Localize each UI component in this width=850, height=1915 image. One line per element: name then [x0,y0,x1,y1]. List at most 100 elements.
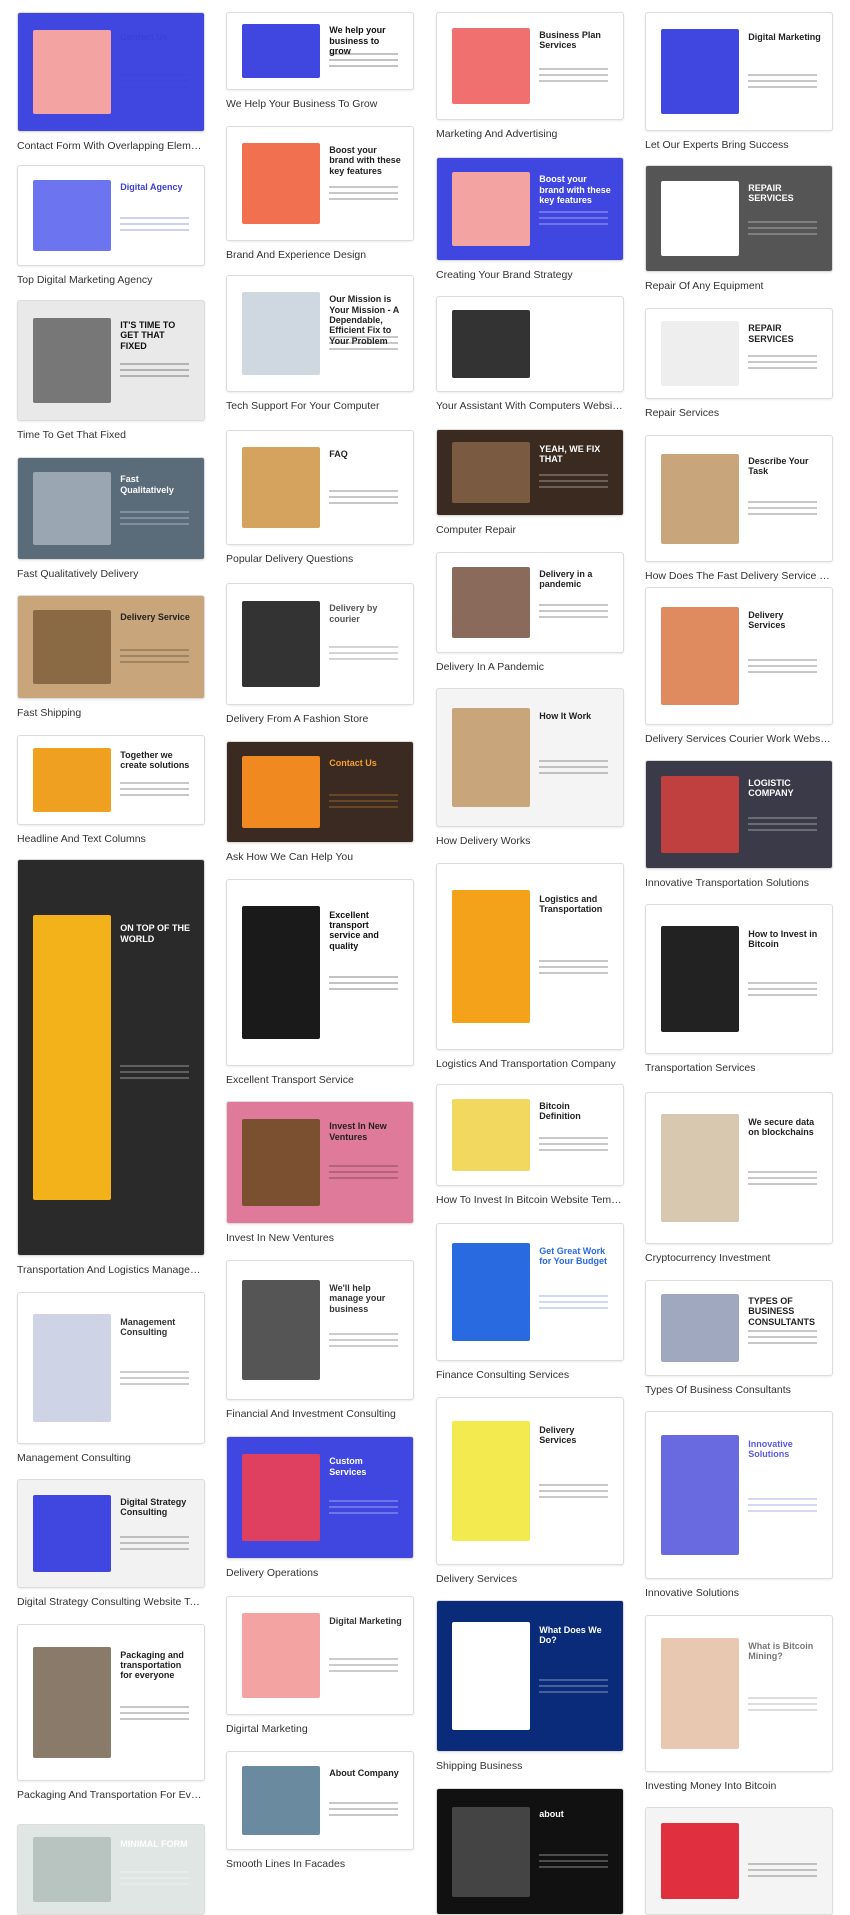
template-thumbnail[interactable]: Delivery Services [436,1397,624,1565]
template-card[interactable] [645,1807,833,1915]
template-thumbnail[interactable]: Fast Qualitatively [17,457,205,560]
template-thumbnail[interactable]: Boost your brand with these key features [436,157,624,261]
template-title[interactable]: Delivery From A Fashion Store [226,713,414,725]
template-thumbnail[interactable]: IT'S TIME TO GET THAT FIXED [17,300,205,421]
template-card[interactable]: Digital Agency Top Digital Marketing Age… [17,165,205,286]
template-title[interactable]: Headline And Text Columns [17,833,205,845]
template-card[interactable]: What is Bitcoin Mining? Investing Money … [645,1615,833,1792]
template-title[interactable]: Transportation Services [645,1062,833,1074]
template-thumbnail[interactable]: Repair Services [436,296,624,392]
template-card[interactable]: YEAH, WE FIX THAT Computer Repair [436,429,624,536]
template-title[interactable]: Ask How We Can Help You [226,851,414,863]
template-title[interactable]: Marketing And Advertising [436,128,624,140]
template-title[interactable]: Management Consulting [17,1452,205,1464]
template-card[interactable]: Boost your brand with these key features… [226,126,414,261]
template-card[interactable]: How to Invest in Bitcoin Transportation … [645,904,833,1074]
template-thumbnail[interactable]: Delivery Services [645,587,833,725]
template-thumbnail[interactable]: Invest In New Ventures [226,1101,414,1224]
template-thumbnail[interactable]: Delivery in a pandemic [436,552,624,653]
template-title[interactable]: Investing Money Into Bitcoin [645,1780,833,1792]
template-title[interactable]: Repair Services [645,407,833,419]
template-card[interactable]: We help your business to grow We Help Yo… [226,12,414,110]
template-card[interactable]: Digital Marketing Digirtal Marketing [226,1596,414,1735]
template-thumbnail[interactable]: What is Bitcoin Mining? [645,1615,833,1772]
template-card[interactable]: Logistics and Transportation Logistics A… [436,863,624,1070]
template-title[interactable]: Packaging And Transportation For Everyo.… [17,1789,205,1801]
template-card[interactable]: TYPES OF BUSINESS CONSULTANTS Types Of B… [645,1280,833,1396]
template-title[interactable]: Cryptocurrency Investment [645,1252,833,1264]
template-thumbnail[interactable]: Boost your brand with these key features [226,126,414,241]
template-thumbnail[interactable]: Together we create solutions [17,735,205,825]
template-thumbnail[interactable]: How It Work [436,688,624,827]
template-thumbnail[interactable]: Innovative Solutions [645,1411,833,1579]
template-thumbnail[interactable]: Bitcoin Definition [436,1084,624,1186]
template-thumbnail[interactable]: We'll help manage your business [226,1260,414,1400]
template-title[interactable]: Digirtal Marketing [226,1723,414,1735]
template-title[interactable]: Creating Your Brand Strategy [436,269,624,281]
template-thumbnail[interactable]: How to Invest in Bitcoin [645,904,833,1054]
template-title[interactable]: Computer Repair [436,524,624,536]
template-thumbnail[interactable]: TYPES OF BUSINESS CONSULTANTS [645,1280,833,1376]
template-title[interactable]: Smooth Lines In Facades [226,1858,414,1870]
template-thumbnail[interactable]: Describe Your Task [645,435,833,562]
template-card[interactable]: Custom Services Delivery Operations [226,1436,414,1579]
template-thumbnail[interactable]: Business Plan Services [436,12,624,120]
template-title[interactable]: Fast Shipping [17,707,205,719]
template-title[interactable]: Your Assistant With Computers Website T.… [436,400,624,412]
template-thumbnail[interactable]: Logistics and Transportation [436,863,624,1050]
template-card[interactable]: Delivery Services Delivery Services Cour… [645,587,833,745]
template-thumbnail[interactable]: We secure data on blockchains [645,1092,833,1244]
template-thumbnail[interactable]: Digital Strategy Consulting [17,1479,205,1588]
template-title[interactable]: Time To Get That Fixed [17,429,205,441]
template-title[interactable]: Innovative Transportation Solutions [645,877,833,889]
template-title[interactable]: Fast Qualitatively Delivery [17,568,205,580]
template-thumbnail[interactable]: Get Great Work for Your Budget [436,1223,624,1361]
template-title[interactable]: Innovative Solutions [645,1587,833,1599]
template-thumbnail[interactable]: MINIMAL FORM [17,1824,205,1915]
template-title[interactable]: Excellent Transport Service [226,1074,414,1086]
template-thumbnail[interactable]: REPAIR SERVICES [645,165,833,272]
template-card[interactable]: FAQ Popular Delivery Questions [226,430,414,565]
template-card[interactable]: Digital Marketing Let Our Experts Bring … [645,12,833,151]
template-title[interactable]: Logistics And Transportation Company [436,1058,624,1070]
template-title[interactable]: Repair Of Any Equipment [645,280,833,292]
template-title[interactable]: Contact Form With Overlapping Element [17,140,205,152]
template-thumbnail[interactable]: REPAIR SERVICES [645,308,833,399]
template-card[interactable]: Boost your brand with these key features… [436,157,624,281]
template-card[interactable]: about [436,1788,624,1915]
template-thumbnail[interactable]: Excellent transport service and quality [226,879,414,1066]
template-thumbnail[interactable]: YEAH, WE FIX THAT [436,429,624,516]
template-thumbnail[interactable]: Management Consulting [17,1292,205,1444]
template-thumbnail[interactable]: Contact Us [17,12,205,132]
template-card[interactable]: Digital Strategy Consulting Digital Stra… [17,1479,205,1608]
template-card[interactable]: Packaging and transportation for everyon… [17,1624,205,1801]
template-card[interactable]: Delivery by courier Delivery From A Fash… [226,583,414,725]
template-thumbnail[interactable]: Packaging and transportation for everyon… [17,1624,205,1781]
template-card[interactable]: Excellent transport service and quality … [226,879,414,1086]
template-title[interactable]: We Help Your Business To Grow [226,98,414,110]
template-title[interactable]: Financial And Investment Consulting [226,1408,414,1420]
template-thumbnail[interactable]: Custom Services [226,1436,414,1559]
template-title[interactable]: Digital Strategy Consulting Website Temp… [17,1596,205,1608]
template-card[interactable]: What Does We Do? Shipping Business [436,1600,624,1772]
template-card[interactable]: Fast Qualitatively Fast Qualitatively De… [17,457,205,580]
template-card[interactable]: We'll help manage your business Financia… [226,1260,414,1420]
template-card[interactable]: About Company Smooth Lines In Facades [226,1751,414,1870]
template-title[interactable]: Delivery Operations [226,1567,414,1579]
template-card[interactable]: Management Consulting Management Consult… [17,1292,205,1464]
template-thumbnail[interactable]: FAQ [226,430,414,545]
template-card[interactable]: IT'S TIME TO GET THAT FIXED Time To Get … [17,300,205,441]
template-card[interactable]: Contact Us Contact Form With Overlapping… [17,12,205,152]
template-thumbnail[interactable]: LOGISTIC COMPANY [645,760,833,869]
template-card[interactable]: Delivery Services Delivery Services [436,1397,624,1585]
template-title[interactable]: Top Digital Marketing Agency [17,274,205,286]
template-thumbnail[interactable]: ON TOP OF THE WORLD [17,859,205,1256]
template-title[interactable]: Transportation And Logistics Management [17,1264,205,1276]
template-card[interactable]: Delivery Service Fast Shipping [17,595,205,719]
template-title[interactable]: Invest In New Ventures [226,1232,414,1244]
template-card[interactable]: We secure data on blockchains Cryptocurr… [645,1092,833,1264]
template-title[interactable]: Popular Delivery Questions [226,553,414,565]
template-title[interactable]: Brand And Experience Design [226,249,414,261]
template-card[interactable]: Innovative Solutions Innovative Solution… [645,1411,833,1599]
template-title[interactable]: Delivery Services [436,1573,624,1585]
